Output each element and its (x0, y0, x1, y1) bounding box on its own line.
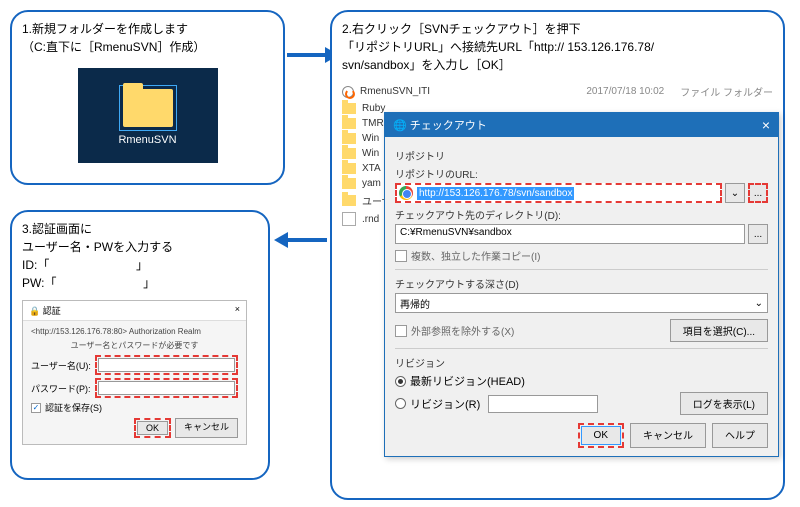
dir-browse-button[interactable]: ... (748, 224, 768, 244)
chrome-icon (399, 186, 413, 200)
step3-title: 3.認証画面に (22, 220, 258, 238)
ok-button[interactable]: OK (581, 426, 621, 445)
dir-label: チェックアウト先のディレクトリ(D): (395, 207, 768, 222)
file-name: .rnd (362, 214, 379, 225)
step2-title: 2.右クリック［SVNチェックアウト］を押下 (342, 20, 773, 38)
file-name: yam (362, 178, 381, 189)
file-date: 2017/07/18 10:02 (586, 86, 664, 97)
checkout-dialog: 🌐 チェックアウト × リポジトリ リポジトリのURL: http://153.… (384, 112, 779, 457)
head-radio[interactable]: 最新リビジョン(HEAD) (395, 373, 768, 389)
folder-icon (342, 118, 356, 129)
file-name: Win (362, 148, 379, 159)
rev-radio-label: リビジョン(R) (410, 396, 480, 412)
repo-url-label: リポジトリのURL: (395, 166, 768, 181)
auth-title: 認証 (43, 306, 61, 316)
url-browse-button[interactable]: ... (748, 183, 768, 203)
dialog-title: チェックアウト (410, 120, 487, 132)
help-button[interactable]: ヘルプ (712, 423, 768, 448)
folder-label: RmenuSVN (118, 134, 176, 146)
auth-ok-button[interactable]: OK (137, 421, 168, 435)
step2-panel: 2.右クリック［SVNチェックアウト］を押下 「リポジトリURL」へ接続先URL… (330, 10, 785, 500)
auth-user-label: ユーザー名(U): (31, 359, 91, 372)
pw-end: 」 (143, 276, 155, 290)
url-dropdown-button[interactable]: ⌄ (725, 183, 745, 203)
dialog-titlebar: 🌐 チェックアウト × (385, 113, 778, 137)
checkbox-icon (395, 250, 407, 262)
file-name: XTA (362, 163, 381, 174)
ok-highlight: OK (578, 423, 624, 448)
repo-group-label: リポジトリ (395, 148, 768, 163)
auth-user-input[interactable] (98, 358, 235, 372)
folder-icon-selection (119, 85, 177, 131)
rev-input[interactable] (488, 395, 598, 413)
repo-url-value: http://153.126.176.78/svn/sandbox (417, 187, 574, 200)
pw-label: PW:「 (22, 276, 56, 290)
revision-group-label: リビジョン (395, 355, 768, 370)
step3-panel: 3.認証画面に ユーザー名・PWを入力する ID:「 」 PW:「 」 🔒 認証… (10, 210, 270, 480)
folder-icon (342, 178, 356, 189)
radio-icon (395, 398, 406, 409)
file-name: RmenuSVN_ITI (360, 86, 430, 97)
folder-icon (342, 133, 356, 144)
auth-save-label: 認証を保存(S) (45, 401, 102, 414)
auth-dialog: 🔒 認証 × <http://153.126.176.78:80> Author… (22, 300, 247, 445)
svn-icon (342, 86, 354, 98)
explorer-row[interactable]: RmenuSVN_ITI 2017/07/18 10:02 ファイル フォルダー (342, 82, 773, 101)
file-name: TMR (362, 118, 384, 129)
depth-value: 再帰的 (400, 296, 430, 311)
auth-prompt: ユーザー名とパスワードが必要です (31, 340, 238, 351)
step1-title: 1.新規フォルダーを作成します (22, 20, 273, 38)
select-items-button[interactable]: 項目を選択(C)... (670, 319, 768, 342)
step1-sub: （C:直下に［RmenuSVN］作成） (22, 38, 273, 56)
close-icon[interactable]: × (762, 117, 770, 133)
folder-icon (342, 148, 356, 159)
step3-id-row: ID:「 」 (22, 256, 258, 274)
step2-line2: 「リポジトリURL」へ接続先URL「http:// 153.126.176.78… (342, 38, 773, 56)
dir-input[interactable]: C:¥RmenuSVN¥sandbox (395, 224, 745, 244)
lock-icon: 🔒 (29, 306, 40, 316)
chevron-down-icon: ⌄ (755, 298, 763, 309)
externals-checkbox-row[interactable]: 外部参照を除外する(X) (395, 323, 514, 338)
multi-checkbox-label: 複数、独立した作業コピー(I) (411, 248, 540, 263)
auth-pass-label: パスワード(P): (31, 382, 91, 395)
file-name: Ruby (362, 103, 385, 114)
arrow-1-line (287, 53, 327, 57)
multi-checkbox-row[interactable]: 複数、独立した作業コピー(I) (395, 248, 768, 263)
close-icon[interactable]: × (235, 304, 240, 317)
file-icon (342, 212, 356, 226)
desktop-preview: RmenuSVN (78, 68, 218, 163)
step3-line2: ユーザー名・PWを入力する (22, 238, 258, 256)
folder-icon (123, 89, 173, 127)
folder-icon (342, 163, 356, 174)
auth-pass-input[interactable] (98, 381, 235, 395)
file-name: Win (362, 133, 379, 144)
showlog-button[interactable]: ログを表示(L) (680, 392, 768, 415)
checkbox-icon (395, 325, 407, 337)
folder-icon (342, 103, 356, 114)
step3-pw-row: PW:「 」 (22, 274, 258, 292)
auth-save-checkbox[interactable]: ✓ 認証を保存(S) (31, 401, 238, 414)
file-type: ファイル フォルダー (680, 84, 773, 99)
radio-icon (395, 376, 406, 387)
folder-icon (342, 195, 356, 206)
id-end: 」 (136, 258, 148, 272)
id-label: ID:「 (22, 258, 49, 272)
arrow-2-line (287, 238, 327, 242)
arrow-2-head (274, 232, 288, 248)
repo-url-input[interactable]: http://153.126.176.78/svn/sandbox (395, 183, 722, 203)
auth-cancel-button[interactable]: キャンセル (175, 418, 238, 438)
depth-select[interactable]: 再帰的 ⌄ (395, 293, 768, 313)
auth-realm: <http://153.126.176.78:80> Authorization… (31, 327, 238, 336)
checkbox-icon: ✓ (31, 403, 41, 413)
externals-label: 外部参照を除外する(X) (411, 323, 514, 338)
depth-label: チェックアウトする深さ(D) (395, 276, 768, 291)
head-radio-label: 最新リビジョン(HEAD) (410, 373, 525, 389)
step1-panel: 1.新規フォルダーを作成します （C:直下に［RmenuSVN］作成） Rmen… (10, 10, 285, 185)
rev-radio[interactable]: リビジョン(R) (395, 396, 480, 412)
step2-line3: svn/sandbox」を入力し［OK］ (342, 56, 773, 74)
cancel-button[interactable]: キャンセル (630, 423, 706, 448)
